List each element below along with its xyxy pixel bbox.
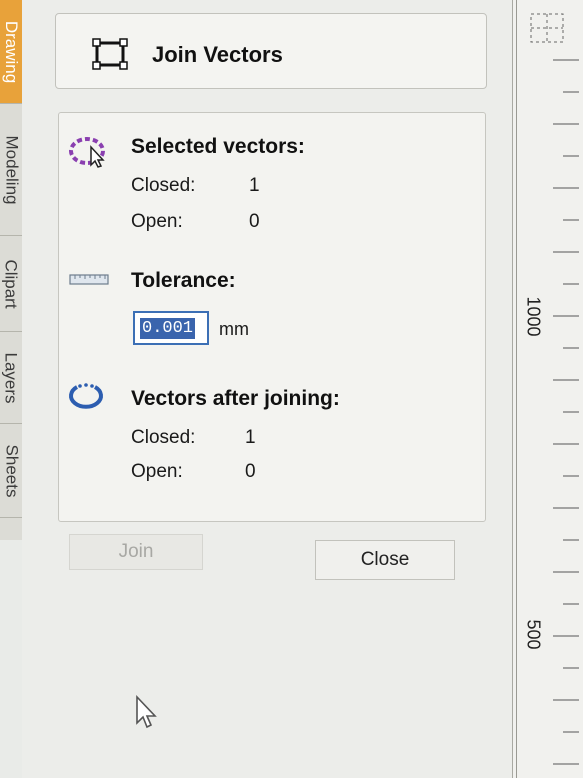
tolerance-input[interactable]: 0.001 [133, 311, 209, 345]
selected-open-label: Open: [131, 211, 183, 232]
tab-layers[interactable]: Layers [0, 332, 22, 424]
ruler-label-1000-text: 1000 [523, 295, 544, 337]
tab-drawing-label: Drawing [2, 20, 22, 83]
after-open-label: Open: [131, 461, 183, 482]
selected-closed-label: Closed: [131, 175, 196, 196]
ruler-icon [69, 274, 109, 285]
after-joining-heading: Vectors after joining: [131, 387, 340, 410]
ruler-label-1000: 1000 [513, 286, 553, 346]
tab-modeling[interactable]: Modeling [0, 104, 22, 236]
page-title: Join Vectors [152, 42, 283, 67]
selected-closed-value: 1 [249, 175, 260, 196]
tab-sheets-label: Sheets [2, 444, 21, 497]
join-vectors-panel: Join Vectors Selected vectors: Closed: 1… [22, 0, 512, 778]
mouse-pointer-icon [136, 695, 157, 729]
options-group: Selected vectors: Closed: 1 Open: 0 Tole… [58, 112, 486, 522]
joined-vectors-icon [69, 383, 103, 409]
vertical-ruler: 1000 500 [512, 0, 583, 778]
ruler-origin-marker [530, 13, 564, 43]
close-button[interactable]: Close [315, 540, 455, 580]
after-closed-value: 1 [245, 427, 256, 448]
side-tab-strip: Drawing Modeling Clipart Layers Sheets [0, 0, 22, 540]
join-button[interactable]: Join [69, 534, 203, 570]
tab-clipart[interactable]: Clipart [0, 236, 22, 332]
tolerance-heading: Tolerance: [131, 269, 236, 292]
tolerance-unit: mm [219, 319, 249, 339]
tab-sheets[interactable]: Sheets [0, 424, 22, 518]
tab-clipart-label: Clipart [2, 258, 21, 309]
selected-vectors-icon [69, 137, 105, 168]
after-open-value: 0 [245, 461, 256, 482]
tab-modeling-label: Modeling [2, 135, 21, 204]
ruler-label-500-text: 500 [523, 618, 544, 650]
tab-drawing[interactable]: Drawing [0, 0, 22, 104]
join-vectors-icon [92, 38, 128, 70]
tolerance-value: 0.001 [140, 317, 196, 339]
after-closed-label: Closed: [131, 427, 196, 448]
ruler-label-500: 500 [513, 604, 553, 664]
selected-open-value: 0 [249, 211, 260, 232]
tab-layers-label: Layers [2, 351, 21, 404]
selected-vectors-heading: Selected vectors: [131, 135, 305, 158]
panel-header: Join Vectors [55, 13, 487, 89]
